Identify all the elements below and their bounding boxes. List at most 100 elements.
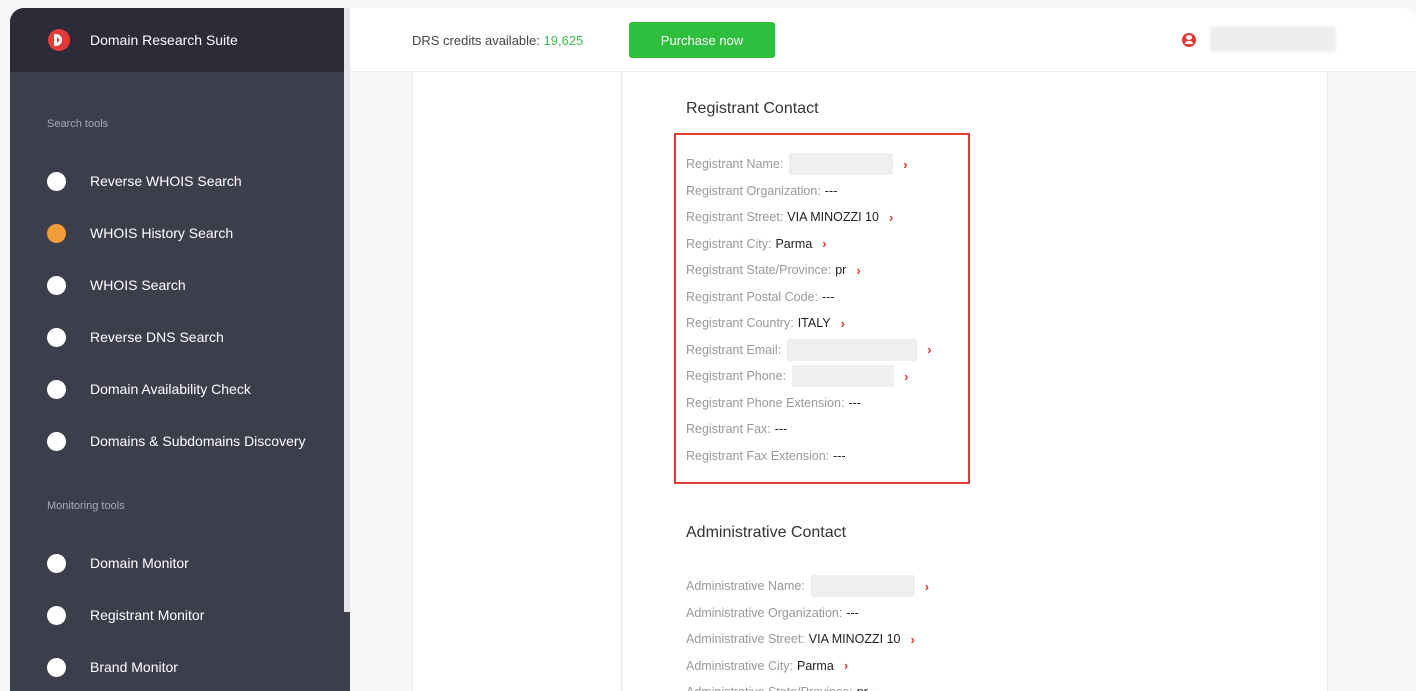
sidebar-item-brand-monitor[interactable]: Brand Monitor <box>10 641 350 691</box>
field-row: Registrant Phone: › <box>686 365 908 387</box>
chevron-right-icon[interactable]: › <box>904 369 908 384</box>
sidebar-item-label: Domains & Subdomains Discovery <box>90 433 306 449</box>
field-label: Administrative Name: <box>686 579 805 593</box>
sidebar-header[interactable]: Domain Research Suite <box>10 8 350 72</box>
field-label: Registrant State/Province: <box>686 263 832 277</box>
monitoring-tools-nav: Domain Monitor Registrant Monitor Brand Mo… <box>10 537 350 691</box>
brand-name: Domain Research Suite <box>90 32 238 48</box>
brand-logo-icon <box>48 29 70 51</box>
credits-display: DRS credits available: 19,625 <box>412 33 583 48</box>
field-value: --- <box>846 605 859 620</box>
purchase-now-button[interactable]: Purchase now <box>629 22 775 58</box>
field-value: --- <box>848 395 861 410</box>
registered-icon <box>47 657 66 677</box>
field-row: Registrant State/Province: pr › <box>686 260 861 280</box>
redacted-value <box>787 338 918 361</box>
monitoring-tools-label: Monitoring tools <box>47 500 125 512</box>
sidebar-item-reverse-dns-search[interactable]: Reverse DNS Search <box>10 311 350 363</box>
sidebar-item-label: Reverse WHOIS Search <box>90 173 242 189</box>
field-label: Registrant Phone: <box>686 369 787 383</box>
field-label: Administrative State/Province: <box>686 685 853 691</box>
field-label: Registrant City: <box>686 236 772 251</box>
chevron-right-icon[interactable]: › <box>856 263 860 278</box>
chevron-right-icon[interactable]: › <box>910 632 914 647</box>
field-row: Registrant Phone Extension: --- <box>686 393 861 413</box>
sidebar-item-whois-history-search[interactable]: WHOIS History Search <box>10 207 350 259</box>
field-row: Registrant Fax: --- <box>686 419 787 439</box>
credits-label: DRS credits available: <box>412 33 540 48</box>
administrative-contact-title: Administrative Contact <box>686 524 847 541</box>
left-panel <box>412 72 622 691</box>
sidebar-item-domains-subdomains-discovery[interactable]: Domains & Subdomains Discovery <box>10 415 350 467</box>
alert-icon <box>47 379 66 399</box>
sidebar: Domain Research Suite Search tools Rever… <box>10 8 350 691</box>
field-row: Registrant City: Parma › <box>686 234 827 254</box>
redacted-value <box>789 153 894 175</box>
field-row: Administrative Street: VIA MINOZZI 10 › <box>686 629 915 649</box>
field-row: Registrant Organization: --- <box>686 181 837 201</box>
field-value: Parma <box>775 236 813 251</box>
content-area: Registrant Contact Registrant Name: › Regi… <box>350 72 1416 691</box>
sidebar-item-domain-monitor[interactable]: Domain Monitor <box>10 537 350 589</box>
field-row: Registrant Name: › <box>686 153 908 175</box>
field-value: --- <box>824 183 838 198</box>
search-tools-label: Search tools <box>47 118 109 130</box>
sidebar-item-reverse-whois-search[interactable]: Reverse WHOIS Search <box>10 155 350 207</box>
whois-record-panel: Registrant Contact Registrant Name: › Regi… <box>623 72 1328 691</box>
field-row: Administrative Name: › <box>686 575 929 597</box>
redacted-value <box>792 365 895 387</box>
sidebar-item-label: Reverse DNS Search <box>90 329 224 345</box>
field-label: Registrant Postal Code: <box>686 289 819 304</box>
sidebar-item-whois-search[interactable]: WHOIS Search <box>10 259 350 311</box>
chevron-right-icon[interactable]: › <box>841 316 845 331</box>
redacted-value <box>810 575 915 597</box>
field-value: VIA MINOZZI 10 <box>808 632 901 646</box>
search-tools-nav: Reverse WHOIS Search WHOIS History Search… <box>10 155 350 467</box>
field-row: Administrative Organization: --- <box>686 603 859 623</box>
field-label: Administrative City: <box>686 658 793 673</box>
credits-value: 19,625 <box>543 33 584 48</box>
target-icon <box>47 431 66 451</box>
field-row: Administrative City: Parma › <box>686 656 848 676</box>
chevron-right-icon[interactable]: › <box>925 579 929 594</box>
sidebar-item-label: Domain Availability Check <box>90 381 251 397</box>
field-row: Registrant Street: VIA MINOZZI 10 › <box>686 207 893 227</box>
globe-icon <box>47 327 66 347</box>
sidebar-item-label: WHOIS History Search <box>90 225 234 241</box>
sidebar-item-domain-availability-check[interactable]: Domain Availability Check <box>10 363 350 415</box>
field-label: Administrative Street: <box>686 632 805 646</box>
field-label: Registrant Street: <box>686 210 784 224</box>
field-value: Parma <box>796 658 834 673</box>
field-label: Registrant Email: <box>686 342 782 357</box>
field-row: Registrant Postal Code: --- <box>686 287 835 307</box>
field-value: pr <box>835 263 847 277</box>
chevron-right-icon[interactable]: › <box>822 236 826 251</box>
app-window: Domain Research Suite Search tools Rever… <box>10 8 1416 691</box>
sidebar-item-label: Brand Monitor <box>90 659 178 675</box>
field-value: VIA MINOZZI 10 <box>787 210 879 224</box>
sidebar-item-label: Registrant Monitor <box>90 607 205 623</box>
field-value: ITALY <box>797 316 831 330</box>
registrant-contact-title: Registrant Contact <box>686 100 819 117</box>
field-label: Administrative Organization: <box>686 605 843 620</box>
chevron-right-icon[interactable]: › <box>844 658 848 673</box>
user-circle-icon <box>47 275 66 295</box>
registrant-icon <box>47 605 66 625</box>
field-label: Registrant Fax Extension: <box>686 448 830 463</box>
field-value: --- <box>833 448 846 463</box>
field-value: --- <box>822 289 835 304</box>
chevron-right-icon[interactable]: › <box>889 210 893 225</box>
field-row: Administrative State/Province: pr › <box>686 682 882 691</box>
field-value: pr <box>857 685 868 691</box>
sidebar-item-registrant-monitor[interactable]: Registrant Monitor <box>10 589 350 641</box>
top-bar: DRS credits available: 19,625 Purchase n… <box>350 8 1416 72</box>
field-label: Registrant Fax: <box>686 422 771 436</box>
chevron-right-icon[interactable]: › <box>927 342 931 357</box>
user-icon[interactable] <box>1182 33 1196 47</box>
chevron-right-icon[interactable]: › <box>878 685 882 691</box>
username-redacted[interactable] <box>1210 26 1336 52</box>
chevron-right-icon[interactable]: › <box>903 157 907 172</box>
field-row: Registrant Email: › <box>686 338 932 361</box>
field-row: Registrant Country: ITALY › <box>686 313 845 333</box>
field-label: Registrant Name: <box>686 157 784 171</box>
